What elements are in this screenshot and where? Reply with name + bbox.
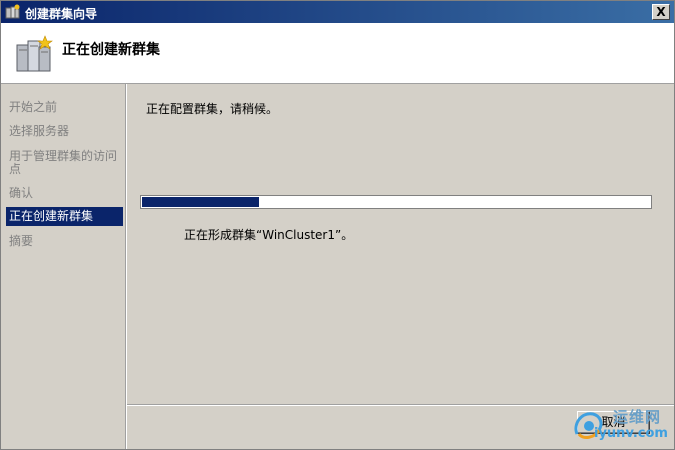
step-select-servers[interactable]: 选择服务器 [6,125,123,138]
page-title: 正在创建新群集 [62,42,160,58]
cluster-servers-icon [16,35,53,72]
step-access-point[interactable]: 用于管理群集的访问点 [6,150,123,176]
status-text: 正在形成群集“WinCluster1”。 [184,228,354,242]
close-button[interactable]: X [652,4,670,20]
step-before-you-begin[interactable]: 开始之前 [6,101,123,114]
cluster-wizard-icon [5,4,20,19]
create-cluster-wizard-window: 创建群集向导 X 正在创建新群集 开始之前 选择服务器 用于管理群集的访问点 确… [0,0,675,450]
step-summary[interactable]: 摘要 [6,235,123,248]
step-creating-new-cluster[interactable]: 正在创建新群集 [6,207,123,226]
wizard-header: 正在创建新群集 [1,23,674,84]
step-confirmation[interactable]: 确认 [6,187,123,200]
wizard-steps-sidebar: 开始之前 选择服务器 用于管理群集的访问点 确认 正在创建新群集 摘要 [1,84,125,449]
window-title: 创建群集向导 [25,7,98,21]
footer-divider [127,404,674,406]
sidebar-divider [125,84,127,449]
cancel-button[interactable]: 取消 [577,411,650,434]
title-bar[interactable]: 创建群集向导 X [1,1,674,23]
progress-bar [140,195,652,209]
progress-message: 正在配置群集，请稍候。 [146,102,279,116]
progress-bar-fill [142,197,259,207]
